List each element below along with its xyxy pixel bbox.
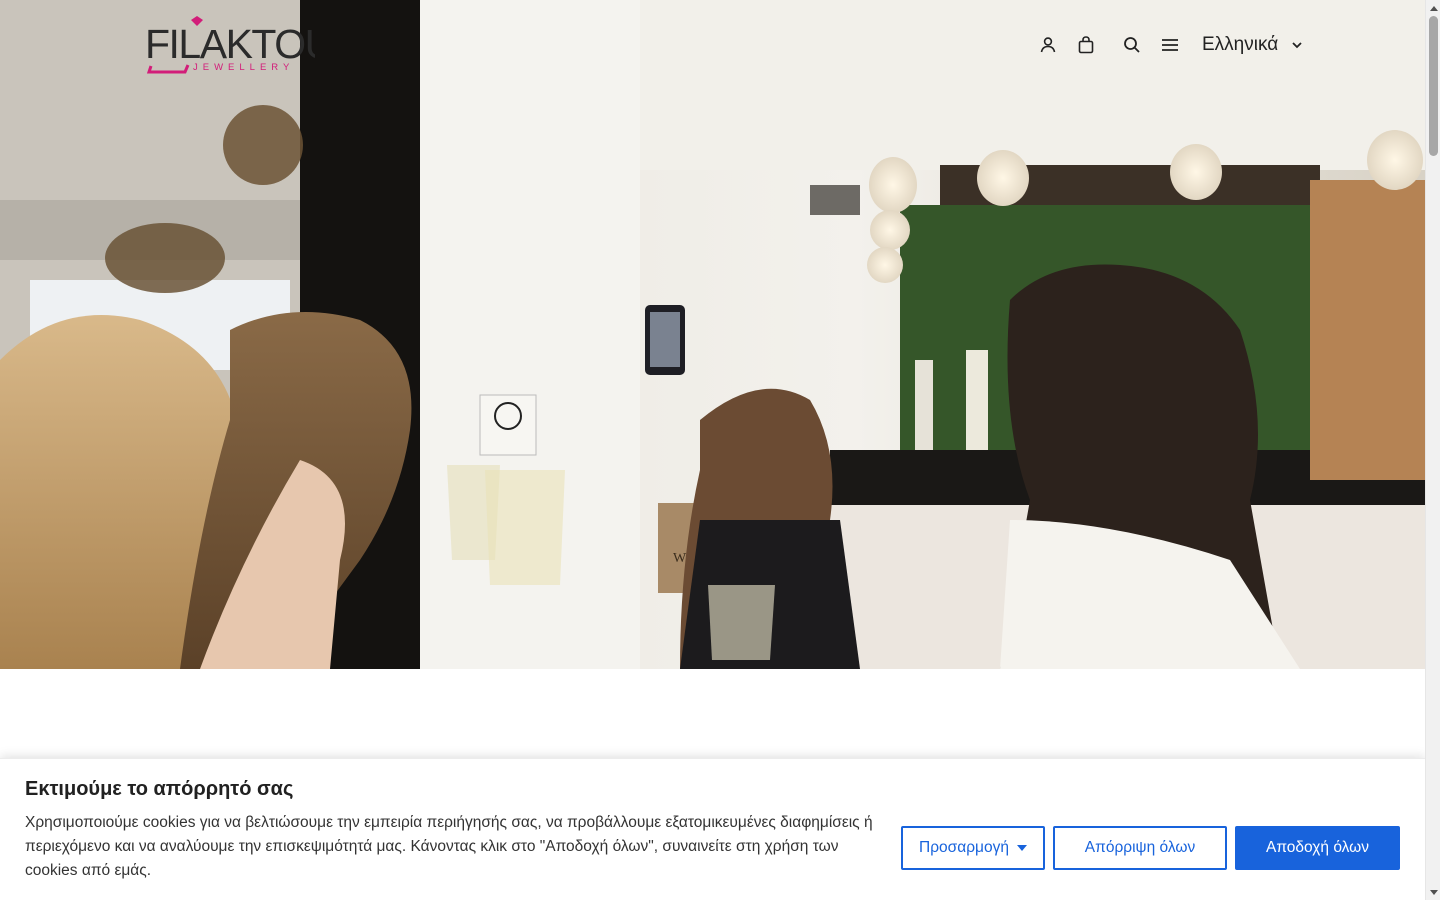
cookie-consent-banner: Εκτιμούμε το απόρρητό σας Χρησιμοποιούμε… bbox=[0, 758, 1425, 900]
logo-word: FILAKTOU bbox=[145, 21, 315, 67]
cart-button[interactable] bbox=[1072, 31, 1100, 59]
reject-all-button[interactable]: Απόρριψη όλων bbox=[1053, 826, 1227, 870]
caret-down-icon bbox=[1016, 845, 1027, 851]
accept-label: Αποδοχή όλων bbox=[1265, 839, 1370, 856]
chevron-down-icon bbox=[1292, 42, 1302, 49]
arrow-down-icon bbox=[1429, 889, 1438, 895]
header-toolbar: Ελληνικά bbox=[1034, 30, 1304, 60]
language-label: Ελληνικά bbox=[1202, 34, 1279, 55]
menu-button[interactable] bbox=[1156, 31, 1184, 59]
logo-mark-icon: FILAKTOU JEWELLERY bbox=[145, 16, 315, 74]
accept-all-button[interactable]: Αποδοχή όλων bbox=[1235, 826, 1400, 870]
scroll-up-button[interactable] bbox=[1426, 0, 1440, 15]
cookie-description: Χρησιμοποιούμε cookies για να βελτιώσουμ… bbox=[25, 814, 873, 879]
search-button[interactable] bbox=[1118, 31, 1146, 59]
menu-icon bbox=[1162, 39, 1178, 51]
customize-button[interactable]: Προσαρμογή bbox=[901, 826, 1045, 870]
hero-image: WILLIAM bbox=[0, 0, 1425, 669]
logo-tagline: JEWELLERY bbox=[193, 62, 294, 73]
customize-label: Προσαρμογή bbox=[919, 839, 1009, 856]
hero-photo-scene: WILLIAM bbox=[0, 0, 1425, 669]
shopping-bag-icon bbox=[1078, 36, 1094, 54]
language-selector[interactable]: Ελληνικά bbox=[1202, 34, 1304, 56]
arrow-up-icon bbox=[1429, 5, 1438, 11]
page-scrollbar[interactable] bbox=[1425, 0, 1440, 900]
scroll-thumb[interactable] bbox=[1429, 16, 1438, 156]
brand-logo[interactable]: FILAKTOU JEWELLERY bbox=[145, 14, 315, 76]
scroll-down-button[interactable] bbox=[1426, 885, 1440, 900]
account-button[interactable] bbox=[1034, 31, 1062, 59]
user-icon bbox=[1040, 37, 1056, 53]
search-icon bbox=[1124, 37, 1140, 53]
reject-label: Απόρριψη όλων bbox=[1084, 839, 1196, 856]
cookie-actions: Προσαρμογή Απόρριψη όλων Αποδοχή όλων bbox=[901, 826, 1400, 870]
cookie-title: Εκτιμούμε το απόρρητό σας bbox=[25, 778, 294, 800]
